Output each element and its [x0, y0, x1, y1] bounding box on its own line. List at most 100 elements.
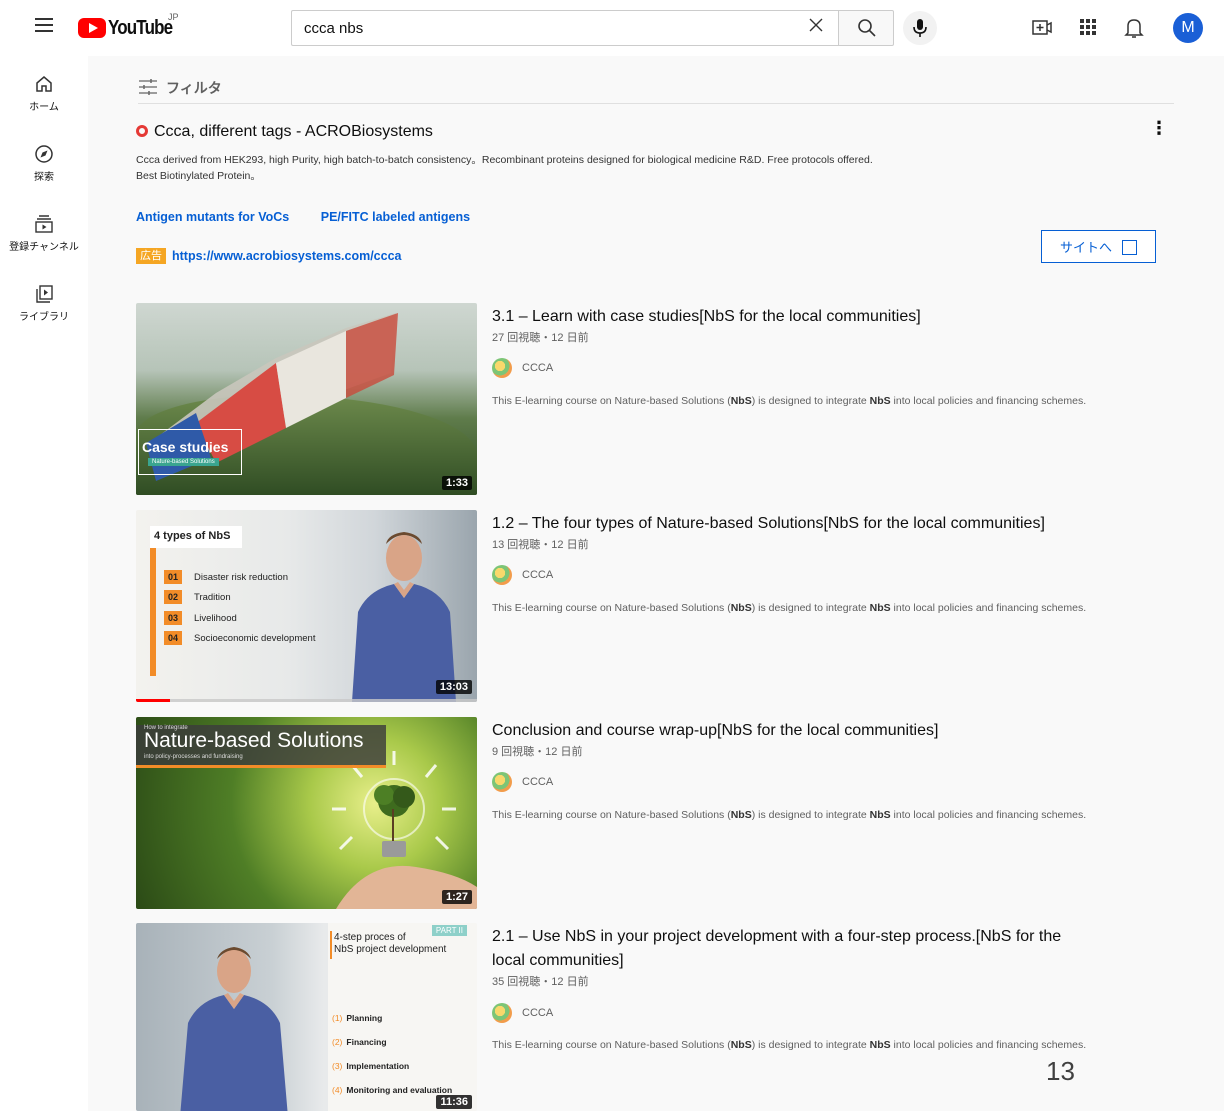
thumbnail-list-item: 01 Disaster risk reduction — [164, 570, 288, 584]
thumbnail-title: Case studies — [142, 439, 229, 455]
video-result[interactable]: Case studies Nature-based Solutions 1:33… — [136, 303, 1176, 495]
voice-search-button[interactable] — [903, 11, 937, 45]
list-text: Livelihood — [194, 612, 237, 624]
ad-title-text: Ccca, different tags - ACROBiosystems — [154, 123, 433, 140]
channel-name[interactable]: CCCA — [522, 1007, 553, 1019]
presenter-image — [352, 532, 456, 702]
menu-icon[interactable] — [30, 14, 58, 42]
channel-avatar[interactable] — [492, 1003, 512, 1023]
channel-avatar[interactable] — [492, 772, 512, 792]
channel-info[interactable]: CCCA — [492, 771, 553, 793]
channel-info[interactable]: CCCA — [492, 564, 553, 586]
description-keyword: NbS — [869, 395, 891, 407]
list-number: 03 — [164, 611, 182, 625]
filter-icon — [139, 79, 157, 95]
sidebar-item-explore[interactable]: 探索 — [0, 126, 88, 196]
video-result[interactable]: 4 types of NbS 01 Disaster risk reduction… — [136, 510, 1176, 702]
description-text: This E-learning course on Nature-based S… — [492, 809, 731, 821]
list-text: Socioeconomic development — [194, 632, 316, 644]
thumbnail-step: (1) Planning — [332, 1013, 382, 1023]
video-title[interactable]: 3.1 – Learn with case studies[NbS for th… — [492, 305, 1142, 329]
video-title[interactable]: Conclusion and course wrap-up[NbS for th… — [492, 719, 1142, 743]
filter-row[interactable]: フィルタ — [138, 76, 1174, 104]
thumbnail-title: 4 types of NbS — [150, 526, 242, 548]
thumbnail-step: (2) Financing — [332, 1037, 387, 1047]
video-thumbnail[interactable]: PART II 4-step proces of NbS project deve… — [136, 923, 477, 1111]
thumbnail-list-item: 02 Tradition — [164, 590, 231, 604]
compass-icon — [35, 145, 53, 163]
acro-logo-icon — [136, 125, 148, 137]
channel-info[interactable]: CCCA — [492, 357, 553, 379]
apps-grid-icon[interactable] — [1080, 19, 1096, 35]
thumbnail-list-item: 04 Socioeconomic development — [164, 631, 315, 645]
description-keyword: NbS — [869, 602, 891, 614]
ad-sitelinks: Antigen mutants for VoCs PE/FITC labeled… — [136, 210, 498, 224]
video-duration: 1:33 — [441, 476, 472, 490]
search-box — [291, 10, 838, 46]
channel-avatar[interactable] — [492, 565, 512, 585]
sidebar-item-label: ライブラリ — [19, 312, 69, 323]
step-text: Financing — [346, 1037, 387, 1047]
external-link-icon — [1122, 240, 1137, 255]
video-meta: 9 回視聴・12 日前 — [492, 746, 583, 758]
more-options-icon[interactable]: ⋮ — [1150, 118, 1168, 138]
description-text: into local policies and financing scheme… — [890, 1039, 1087, 1051]
video-result[interactable]: How to integrate Nature-based Solutions … — [136, 717, 1176, 909]
ad-description-line: Best Biotinylated Protein。 — [136, 170, 261, 182]
list-number: 04 — [164, 631, 182, 645]
channel-name[interactable]: CCCA — [522, 362, 553, 374]
list-number: 02 — [164, 590, 182, 604]
sidebar-item-subscriptions[interactable]: 登録チャンネル — [0, 196, 88, 266]
notifications-icon[interactable] — [1124, 17, 1144, 39]
ad-sitelink[interactable]: PE/FITC labeled antigens — [321, 210, 470, 224]
video-title-line: local communities] — [492, 952, 624, 969]
video-thumbnail[interactable]: Case studies Nature-based Solutions 1:33 — [136, 303, 477, 495]
sidebar-item-label: 登録チャンネル — [9, 242, 79, 253]
step-number: (4) — [332, 1085, 343, 1095]
home-icon — [36, 76, 52, 92]
video-thumbnail[interactable]: 4 types of NbS 01 Disaster risk reduction… — [136, 510, 477, 702]
search-results: フィルタ Ccca, different tags - ACROBiosyste… — [88, 56, 1224, 1111]
visit-site-button[interactable]: サイトへ — [1041, 230, 1156, 263]
list-text: Tradition — [194, 591, 231, 603]
search-input[interactable] — [304, 11, 784, 45]
account-avatar[interactable]: M — [1173, 13, 1203, 43]
logo-text: YouTube — [108, 16, 173, 39]
clear-search-icon[interactable] — [808, 16, 824, 38]
video-title[interactable]: 1.2 – The four types of Nature-based Sol… — [492, 512, 1142, 536]
description-text: This E-learning course on Nature-based S… — [492, 395, 731, 407]
list-text: Disaster risk reduction — [194, 571, 288, 583]
video-description: This E-learning course on Nature-based S… — [492, 809, 1086, 821]
visit-site-label: サイトへ — [1059, 240, 1112, 255]
description-keyword: NbS — [869, 809, 891, 821]
description-keyword: NbS — [869, 1039, 891, 1051]
page-number: 13 — [1046, 1056, 1075, 1086]
sidebar-item-label: ホーム — [29, 102, 59, 113]
video-thumbnail[interactable]: How to integrate Nature-based Solutions … — [136, 717, 477, 909]
description-text: ) is designed to integrate — [751, 602, 870, 614]
sidebar-item-home[interactable]: ホーム — [0, 56, 88, 126]
description-keyword: NbS — [730, 809, 752, 821]
video-description: This E-learning course on Nature-based S… — [492, 602, 1086, 614]
watch-progress-bar — [136, 699, 477, 702]
ad-description-line: Ccca derived from HEK293, high Purity, h… — [136, 154, 873, 166]
youtube-play-icon — [78, 18, 106, 38]
channel-info[interactable]: CCCA — [492, 1002, 553, 1024]
ad-sitelink[interactable]: Antigen mutants for VoCs — [136, 210, 289, 224]
channel-name[interactable]: CCCA — [522, 776, 553, 788]
channel-name[interactable]: CCCA — [522, 569, 553, 581]
video-result[interactable]: PART II 4-step proces of NbS project deve… — [136, 923, 1176, 1111]
sidebar-item-library[interactable]: ライブラリ — [0, 266, 88, 336]
description-keyword: NbS — [730, 1039, 752, 1051]
ad-url[interactable]: https://www.acrobiosystems.com/ccca — [172, 249, 401, 263]
thumbnail-accent-bar — [150, 526, 156, 676]
ad-badge: 広告 — [136, 248, 166, 264]
ad-title[interactable]: Ccca, different tags - ACROBiosystems — [136, 123, 433, 141]
video-description: This E-learning course on Nature-based S… — [492, 395, 1086, 407]
search-button[interactable] — [838, 10, 894, 46]
video-meta: 35 回視聴・12 日前 — [492, 976, 589, 988]
video-title[interactable]: 2.1 – Use NbS in your project developmen… — [492, 925, 1142, 973]
channel-avatar[interactable] — [492, 358, 512, 378]
create-video-icon[interactable] — [1032, 19, 1052, 37]
video-duration: 11:36 — [436, 1095, 472, 1109]
